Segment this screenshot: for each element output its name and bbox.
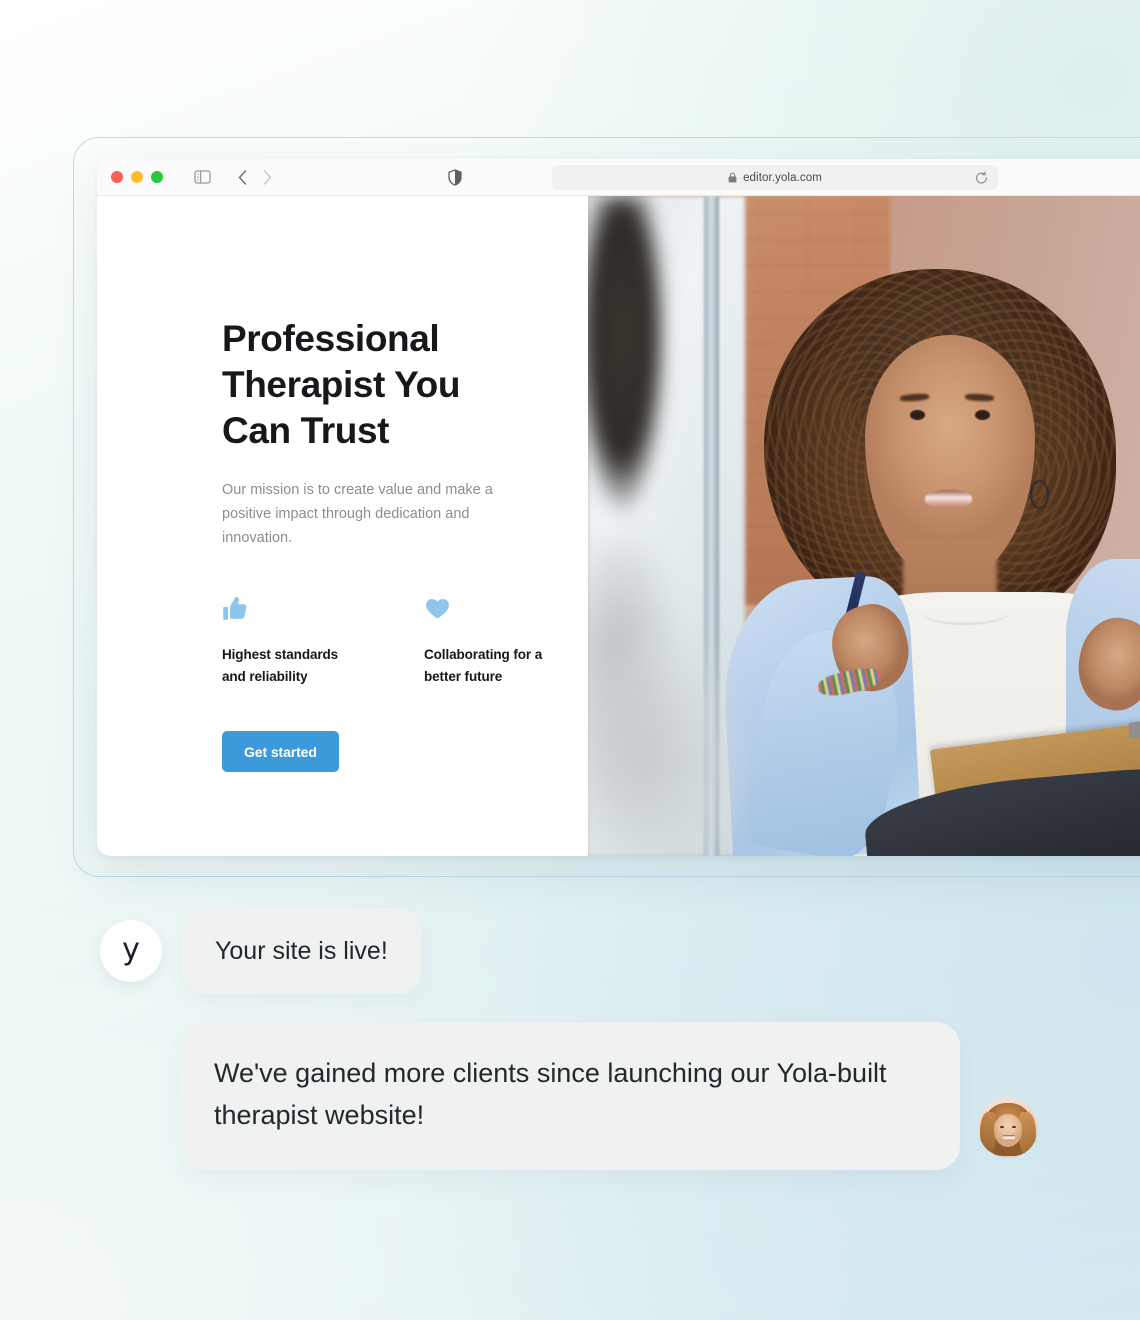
client-avatar <box>978 1098 1038 1158</box>
feature-item-standards: Highest standards and reliability <box>222 590 362 688</box>
lock-icon <box>728 172 737 183</box>
feature-label: Collaborating for a better future <box>424 647 543 684</box>
hero-feature-list: Highest standards and reliability Collab… <box>222 590 588 688</box>
browser-window: editor.yola.com Professional Therapist Y… <box>97 159 1140 856</box>
page-root: editor.yola.com Professional Therapist Y… <box>0 0 1140 1320</box>
forward-chevron-icon[interactable] <box>263 169 272 185</box>
heart-icon <box>424 590 564 622</box>
reload-icon[interactable] <box>975 171 988 184</box>
hero-photo <box>588 196 1140 856</box>
browser-toolbar: editor.yola.com <box>97 159 1140 196</box>
feature-item-collaboration: Collaborating for a better future <box>424 590 564 688</box>
maximize-window-button[interactable] <box>151 171 163 183</box>
privacy-shield-icon[interactable] <box>448 168 462 186</box>
hero-heading: Professional Therapist You Can Trust <box>222 318 461 451</box>
address-url-text: editor.yola.com <box>743 171 822 184</box>
yola-logo-avatar: y <box>100 920 162 982</box>
yola-y-glyph: y <box>122 932 140 967</box>
thumbs-up-icon <box>222 590 362 622</box>
window-controls[interactable] <box>111 171 163 183</box>
sidebar-toggle-icon[interactable] <box>194 170 211 184</box>
get-started-button[interactable]: Get started <box>222 731 339 772</box>
website-preview: Professional Therapist You Can Trust Our… <box>97 196 1140 856</box>
chat-message-yola: y Your site is live! <box>100 908 421 994</box>
address-bar[interactable]: editor.yola.com <box>552 165 998 190</box>
hero-text-column: Professional Therapist You Can Trust Our… <box>97 196 588 856</box>
chat-message-client: We've gained more clients since launchin… <box>180 1022 960 1170</box>
back-chevron-icon[interactable] <box>238 169 247 185</box>
feature-label: Highest standards and reliability <box>222 647 339 684</box>
close-window-button[interactable] <box>111 171 123 183</box>
chat-bubble-site-live: Your site is live! <box>182 908 421 994</box>
minimize-window-button[interactable] <box>131 171 143 183</box>
chat-bubble-testimonial: We've gained more clients since launchin… <box>180 1022 960 1170</box>
hero-subheading: Our mission is to create value and make … <box>222 482 493 546</box>
